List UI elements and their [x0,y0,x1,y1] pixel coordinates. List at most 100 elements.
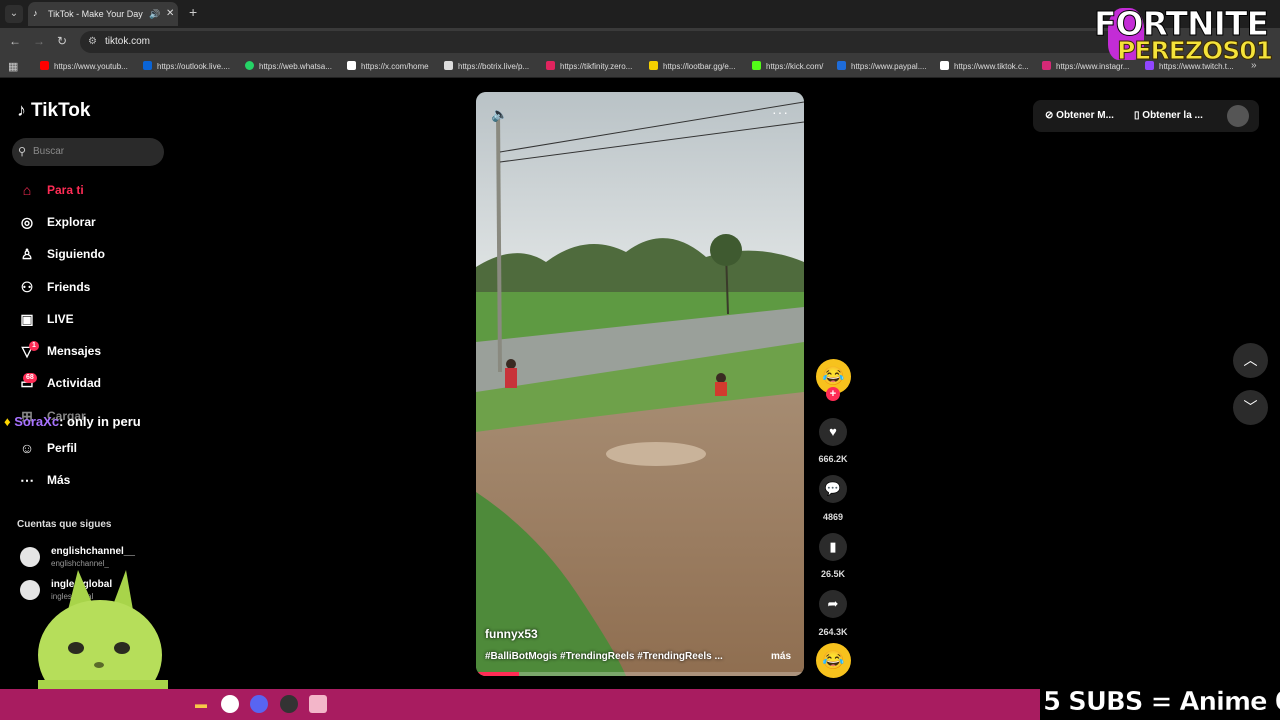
logo-text: TikTok [31,100,91,121]
bookmark-tiktok[interactable]: https://www.tiktok.c... [940,56,1029,78]
video-progress-fill [476,672,519,676]
file-explorer-icon[interactable]: ▬ [192,695,210,713]
tab-search-button[interactable]: ⌄ [5,5,23,23]
bookmark-outlook[interactable]: https://outlook.live.... [143,56,230,78]
friends-icon: ⚇ [20,279,34,295]
followed-account[interactable]: englishchannel__ englishchannel_ [18,543,178,571]
video-player[interactable]: 🔈 ··· funnyx53 #BalliBotMogis #TrendingR… [476,92,804,676]
bookmarks-bar: ▦ https://www.youtub... https://outlook.… [0,56,1280,78]
search-input[interactable]: ⚲ Buscar [12,138,164,166]
browser-tab[interactable]: ♪ TikTok - Make Your Day 🔊 ✕ [28,2,178,26]
save-button[interactable]: ▮ [819,533,847,561]
next-video-button[interactable]: ﹀ [1233,390,1268,425]
heart-icon: ♥ [829,424,837,439]
chat-username: SoraXc [14,414,60,429]
audio-playing-icon[interactable]: 🔊 [149,2,160,26]
expand-description-button[interactable]: más [771,651,791,662]
messages-badge: 1 [29,341,39,351]
get-coins-button[interactable]: ⊘ Obtener M... [1045,100,1114,132]
volume-icon[interactable]: 🔈 [491,106,508,123]
video-progress-bar[interactable] [476,672,804,676]
bookmark-x[interactable]: https://x.com/home [347,56,429,78]
get-coins-label: Obtener M... [1056,110,1114,121]
url-input[interactable]: ⚙ tiktok.com [80,31,1120,53]
bookmark-tikfinity[interactable]: https://tikfinity.zero... [546,56,632,78]
chat-diamond-icon: ♦ [4,414,11,429]
discord-icon[interactable] [250,695,268,713]
app-icon[interactable] [309,695,327,713]
kick-icon [752,61,761,70]
search-placeholder: Buscar [33,146,65,157]
lootbar-icon [649,61,658,70]
share-arrow-icon: ➦ [827,596,839,611]
previous-video-button[interactable]: ︿ [1233,343,1268,378]
compass-icon: ◎ [20,214,34,230]
tikfinity-icon [546,61,555,70]
brand-line2: PEREZOS01 [1117,36,1274,66]
youtube-icon [40,61,49,70]
avatar [20,580,40,600]
new-tab-button[interactable]: + [189,4,197,20]
chevron-up-icon: ︿ [1243,352,1258,368]
avatar [20,547,40,567]
comment-count: 4869 [822,512,844,522]
chrome-icon[interactable] [221,695,239,713]
bookmark-kick[interactable]: https://kick.com/ [752,56,823,78]
site-info-icon[interactable]: ⚙ [88,31,97,53]
account-handle: englishchannel_ [51,559,109,568]
phone-icon: ▯ [1134,110,1140,121]
bookmark-paypal[interactable]: https://www.paypal.... [837,56,927,78]
chevron-down-icon: ﹀ [1243,399,1258,415]
tiktok-favicon-icon: ♪ [33,8,38,18]
tab-title: TikTok - Make Your Day [48,9,143,19]
save-count: 26.5K [820,569,846,579]
bookmark-whatsapp[interactable]: https://web.whatsa... [245,56,332,78]
bookmark-lootbar[interactable]: https://lootbar.gg/e... [649,56,736,78]
reload-icon[interactable]: ↻ [57,34,67,48]
get-app-label: Obtener la ... [1142,110,1203,121]
back-arrow-icon[interactable]: ← [9,34,21,48]
bookmark-botrix[interactable]: https://botrix.live/p... [444,56,529,78]
tiktok-icon [940,61,949,70]
stream-brand-overlay: FORTNITE PEREZOS01 [1094,4,1276,66]
video-frame [476,92,804,676]
account-name: englishchannel__ [51,546,135,557]
live-icon: ▣ [20,311,34,327]
video-description: #BalliBotMogis #TrendingReels #TrendingR… [485,651,723,662]
bookmark-icon: ▮ [829,539,837,554]
more-icon: ⋯ [20,472,34,488]
user-avatar[interactable] [1227,105,1249,127]
close-tab-icon[interactable]: ✕ [166,2,174,26]
chat-text: : only in peru [59,414,141,429]
share-button[interactable]: ➦ [819,590,847,618]
apps-grid-icon[interactable]: ▦ [8,60,18,73]
tiktok-logo[interactable]: ♪ TikTok [17,100,90,122]
home-icon: ⌂ [22,182,32,198]
profile-icon: ☺ [19,440,35,456]
whatsapp-icon [245,61,254,70]
video-author[interactable]: funnyx53 [485,627,538,641]
stream-chat-message: ♦ SoraXc: only in peru [4,414,141,429]
os-taskbar: ▬ [0,689,1040,720]
activity-badge: 68 [23,373,37,383]
obs-icon[interactable] [280,695,298,713]
x-icon [347,61,356,70]
paypal-icon [837,61,846,70]
like-button[interactable]: ♥ [819,418,847,446]
follow-button[interactable]: + [826,387,840,401]
share-count: 264.3K [818,627,848,637]
outlook-icon [143,61,152,70]
video-options-icon[interactable]: ··· [772,104,789,120]
subs-goal-overlay: 5 SUBS = Anime 0/5 [1043,687,1280,718]
browser-tab-bar: ⌄ ♪ TikTok - Make Your Day 🔊 ✕ + [0,0,1280,28]
bookmark-youtube[interactable]: https://www.youtub... [40,56,128,78]
like-count: 666.2K [818,454,848,464]
coin-icon: ⊘ [1045,110,1054,121]
get-app-button[interactable]: ▯ Obtener la ... [1134,100,1203,132]
music-disc-avatar[interactable]: 😂 [816,643,851,678]
comment-icon: 💬 [824,481,842,496]
following-icon: ♙ [20,246,34,262]
following-accounts-header: Cuentas que sigues [17,519,112,530]
comment-button[interactable]: 💬 [819,475,847,503]
forward-arrow-icon[interactable]: → [33,34,45,48]
